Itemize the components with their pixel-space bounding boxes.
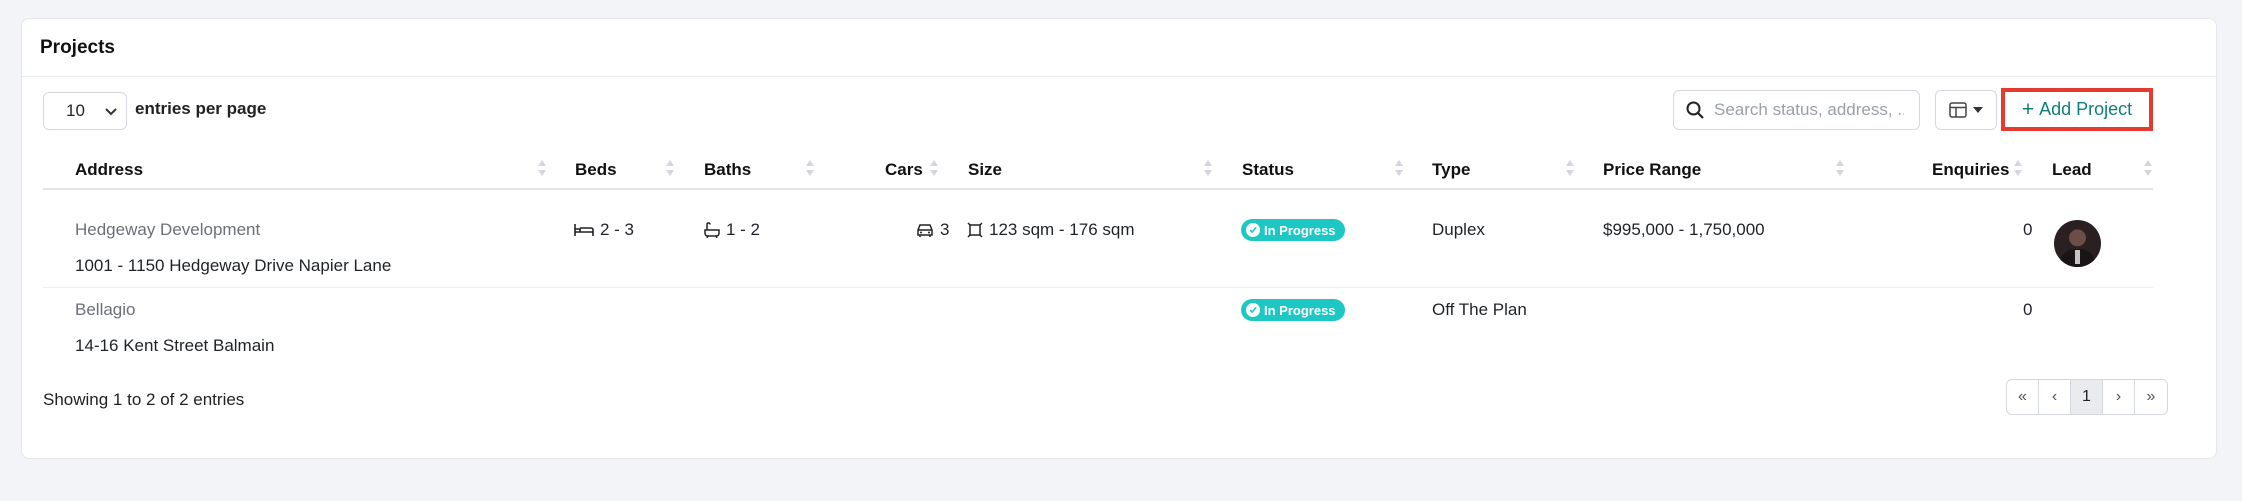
price-range-cell: $995,000 - 1,750,000 — [1603, 220, 1765, 239]
area-icon — [967, 222, 983, 238]
sort-icon[interactable] — [1565, 157, 1575, 179]
page-1-button[interactable]: 1 — [2071, 380, 2103, 414]
check-circle-icon — [1246, 223, 1260, 237]
header-baths[interactable]: Baths — [704, 160, 751, 180]
search-icon — [1686, 101, 1704, 119]
page-first-button[interactable]: « — [2007, 380, 2039, 414]
bath-icon — [704, 222, 720, 238]
cars-value: 3 — [940, 220, 950, 239]
add-project-button[interactable]: + Add Project — [2001, 88, 2153, 131]
chevron-down-icon — [105, 108, 117, 116]
lead-avatar[interactable] — [2054, 220, 2101, 267]
beds-value: 2 - 3 — [600, 220, 635, 239]
header-status[interactable]: Status — [1242, 160, 1294, 180]
cars-cell: 3 — [916, 220, 949, 240]
header-price-range[interactable]: Price Range — [1603, 160, 1701, 180]
project-name-link[interactable]: Hedgeway Development — [75, 220, 260, 240]
page-prev-button[interactable]: ‹ — [2039, 380, 2071, 414]
row-divider — [43, 287, 2153, 288]
header-enquiries[interactable]: Enquiries — [1932, 160, 2009, 180]
search-input[interactable] — [1714, 100, 1904, 120]
baths-cell: 1 - 2 — [704, 220, 760, 240]
beds-cell: 2 - 3 — [574, 220, 634, 240]
header-type[interactable]: Type — [1432, 160, 1470, 180]
add-project-label: Add Project — [2039, 99, 2133, 119]
type-cell: Off The Plan — [1432, 300, 1527, 319]
search-box[interactable] — [1673, 90, 1920, 130]
sort-icon[interactable] — [1203, 157, 1213, 179]
page-next-button[interactable]: › — [2103, 380, 2135, 414]
sort-icon[interactable] — [1394, 157, 1404, 179]
header-lead[interactable]: Lead — [2052, 160, 2092, 180]
header-address[interactable]: Address — [75, 160, 143, 180]
sort-icon[interactable] — [805, 157, 815, 179]
plus-icon: + — [2021, 97, 2035, 121]
header-size[interactable]: Size — [968, 160, 1002, 180]
sort-icon[interactable] — [665, 157, 675, 179]
entries-value: 10 — [66, 101, 85, 120]
header-beds[interactable]: Beds — [575, 160, 617, 180]
page-title: Projects — [40, 36, 115, 58]
sort-icon[interactable] — [2013, 157, 2023, 179]
status-label: In Progress — [1264, 222, 1336, 238]
size-value: 123 sqm - 176 sqm — [989, 220, 1135, 239]
page-last-button[interactable]: » — [2135, 380, 2167, 414]
header-cars[interactable]: Cars — [885, 160, 923, 180]
baths-value: 1 - 2 — [726, 220, 761, 239]
caret-down-icon — [1973, 107, 1983, 113]
enquiries-cell: 0 — [2023, 300, 2033, 319]
check-circle-icon — [1246, 303, 1260, 317]
status-label: In Progress — [1264, 302, 1336, 318]
table-layout-icon — [1949, 102, 1967, 118]
entries-per-page-select[interactable]: 10 — [43, 92, 127, 130]
project-address: 1001 - 1150 Hedgeway Drive Napier Lane — [75, 256, 392, 275]
pagination: « ‹ 1 › » — [2006, 379, 2168, 415]
column-visibility-button[interactable] — [1935, 90, 1997, 130]
project-address: 14-16 Kent Street Balmain — [75, 336, 275, 355]
header-divider — [43, 188, 2153, 190]
status-badge: In Progress — [1241, 219, 1345, 241]
bed-icon — [574, 224, 594, 236]
enquiries-cell: 0 — [2023, 220, 2033, 239]
table-info: Showing 1 to 2 of 2 entries — [43, 390, 245, 409]
sort-icon[interactable] — [929, 157, 939, 179]
sort-icon[interactable] — [2143, 157, 2153, 179]
card-header: Projects — [22, 19, 2216, 77]
type-cell: Duplex — [1432, 220, 1485, 239]
sort-icon[interactable] — [537, 157, 547, 179]
entries-per-page-label: entries per page — [135, 99, 267, 118]
car-icon — [917, 224, 933, 237]
size-cell: 123 sqm - 176 sqm — [967, 220, 1135, 240]
avatar-tie — [2075, 250, 2080, 264]
project-name-link[interactable]: Bellagio — [75, 300, 136, 320]
status-badge: In Progress — [1241, 299, 1345, 321]
sort-icon[interactable] — [1835, 157, 1845, 179]
